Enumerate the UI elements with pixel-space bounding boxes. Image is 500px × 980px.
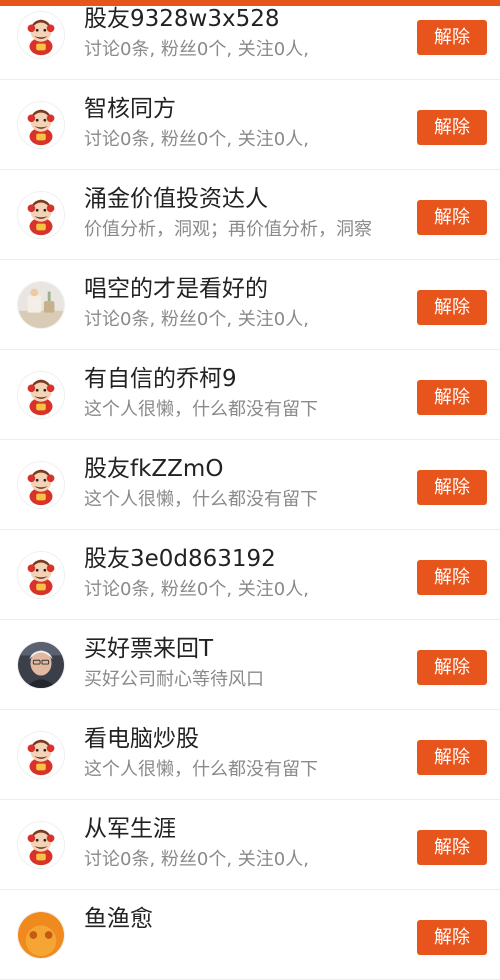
room-photo-avatar[interactable] [17, 281, 65, 329]
unblock-button[interactable]: 解除 [417, 470, 487, 505]
user-name[interactable]: 看电脑炒股 [84, 724, 199, 754]
user-name[interactable]: 股友9328w3x528 [84, 4, 280, 34]
list-item: 买好票来回T 买好公司耐心等待风口 解除 [0, 620, 500, 710]
unblock-button[interactable]: 解除 [417, 20, 487, 55]
unblock-button[interactable]: 解除 [417, 740, 487, 775]
blocked-users-list: 股友9328w3x528 讨论0条, 粉丝0个, 关注0人, 解除 智核同方 讨… [0, 0, 500, 980]
list-item: 鱼渔愈 解除 [0, 890, 500, 980]
unblock-button[interactable]: 解除 [417, 920, 487, 955]
user-name[interactable]: 唱空的才是看好的 [84, 274, 268, 304]
unblock-button[interactable]: 解除 [417, 560, 487, 595]
user-name[interactable]: 买好票来回T [84, 634, 213, 664]
user-name[interactable]: 涌金价值投资达人 [84, 184, 268, 214]
person-photo-avatar[interactable] [17, 641, 65, 689]
user-description: 讨论0条, 粉丝0个, 关注0人, [84, 309, 309, 330]
list-item: 股友fkZZmO 这个人很懒，什么都没有留下 解除 [0, 440, 500, 530]
list-item: 有自信的乔柯9 这个人很懒，什么都没有留下 解除 [0, 350, 500, 440]
user-description: 这个人很懒，什么都没有留下 [84, 399, 318, 420]
orange-photo-avatar[interactable] [17, 911, 65, 959]
user-name[interactable]: 从军生涯 [84, 814, 176, 844]
list-item: 涌金价值投资达人 价值分析，洞观；再价值分析，洞察 解除 [0, 170, 500, 260]
mascot-avatar-icon[interactable] [17, 11, 65, 59]
unblock-button[interactable]: 解除 [417, 830, 487, 865]
list-item: 唱空的才是看好的 讨论0条, 粉丝0个, 关注0人, 解除 [0, 260, 500, 350]
mascot-avatar-icon[interactable] [17, 461, 65, 509]
user-description: 这个人很懒，什么都没有留下 [84, 489, 318, 510]
user-description: 买好公司耐心等待风口 [84, 669, 264, 690]
user-name[interactable]: 智核同方 [84, 94, 176, 124]
user-description: 价值分析，洞观；再价值分析，洞察 [84, 219, 372, 240]
mascot-avatar-icon[interactable] [17, 371, 65, 419]
list-item: 股友9328w3x528 讨论0条, 粉丝0个, 关注0人, 解除 [0, 0, 500, 80]
user-name[interactable]: 有自信的乔柯9 [84, 364, 237, 394]
mascot-avatar-icon[interactable] [17, 101, 65, 149]
list-item: 智核同方 讨论0条, 粉丝0个, 关注0人, 解除 [0, 80, 500, 170]
mascot-avatar-icon[interactable] [17, 821, 65, 869]
unblock-button[interactable]: 解除 [417, 290, 487, 325]
unblock-button[interactable]: 解除 [417, 650, 487, 685]
user-description: 讨论0条, 粉丝0个, 关注0人, [84, 579, 309, 600]
user-name[interactable]: 股友fkZZmO [84, 454, 223, 484]
mascot-avatar-icon[interactable] [17, 551, 65, 599]
unblock-button[interactable]: 解除 [417, 380, 487, 415]
mascot-avatar-icon[interactable] [17, 191, 65, 239]
user-description: 讨论0条, 粉丝0个, 关注0人, [84, 849, 309, 870]
list-item: 从军生涯 讨论0条, 粉丝0个, 关注0人, 解除 [0, 800, 500, 890]
user-name[interactable]: 鱼渔愈 [84, 904, 153, 934]
user-description: 讨论0条, 粉丝0个, 关注0人, [84, 129, 309, 150]
list-item: 股友3e0d863192 讨论0条, 粉丝0个, 关注0人, 解除 [0, 530, 500, 620]
unblock-button[interactable]: 解除 [417, 200, 487, 235]
list-item: 看电脑炒股 这个人很懒，什么都没有留下 解除 [0, 710, 500, 800]
user-description: 这个人很懒，什么都没有留下 [84, 759, 318, 780]
user-description: 讨论0条, 粉丝0个, 关注0人, [84, 39, 309, 60]
unblock-button[interactable]: 解除 [417, 110, 487, 145]
user-name[interactable]: 股友3e0d863192 [84, 544, 276, 574]
mascot-avatar-icon[interactable] [17, 731, 65, 779]
